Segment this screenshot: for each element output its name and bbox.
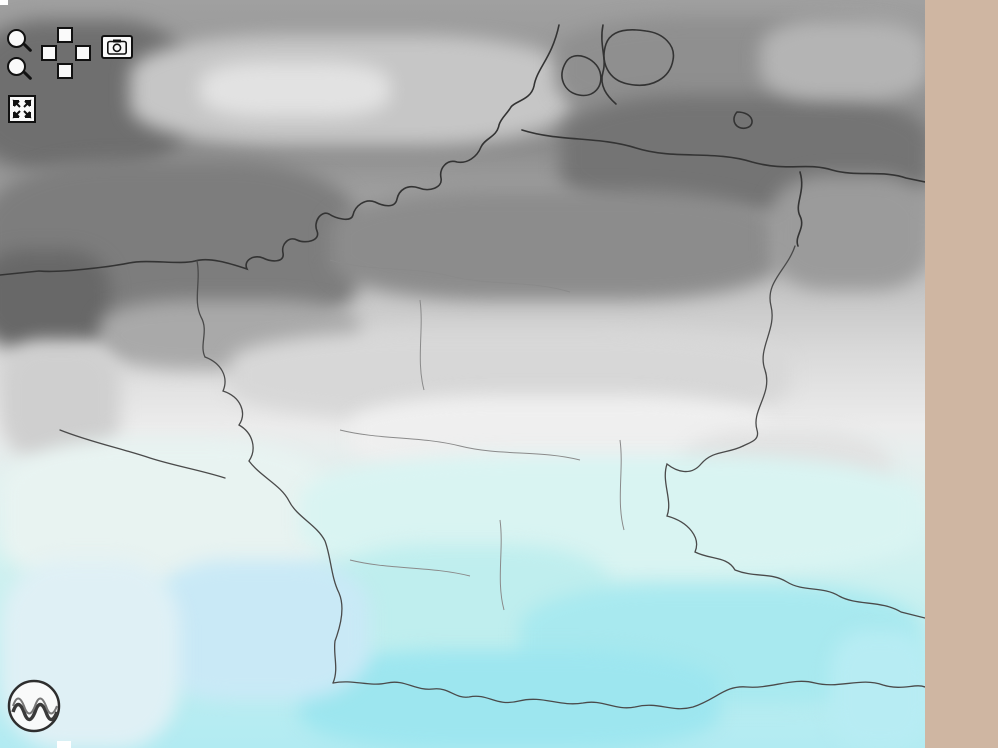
metmaps-logo — [4, 676, 66, 748]
pan-up-button[interactable] — [57, 27, 73, 43]
fullscreen-icon — [12, 99, 32, 119]
map-title — [0, 0, 8, 5]
zoom-out-button[interactable] — [7, 57, 26, 76]
cloud-cover-scale — [925, 103, 998, 748]
camera-icon — [107, 39, 127, 55]
fullscreen-button[interactable] — [8, 95, 36, 123]
legend-panel — [925, 0, 998, 748]
pan-down-button[interactable] — [57, 63, 73, 79]
city-labels-layer — [0, 0, 925, 748]
screenshot-button[interactable] — [101, 35, 133, 59]
zoom-in-button[interactable] — [7, 29, 26, 48]
metmaps-app — [0, 0, 998, 748]
weather-map[interactable] — [0, 0, 925, 748]
pan-left-button[interactable] — [41, 45, 57, 61]
pan-right-button[interactable] — [75, 45, 91, 61]
